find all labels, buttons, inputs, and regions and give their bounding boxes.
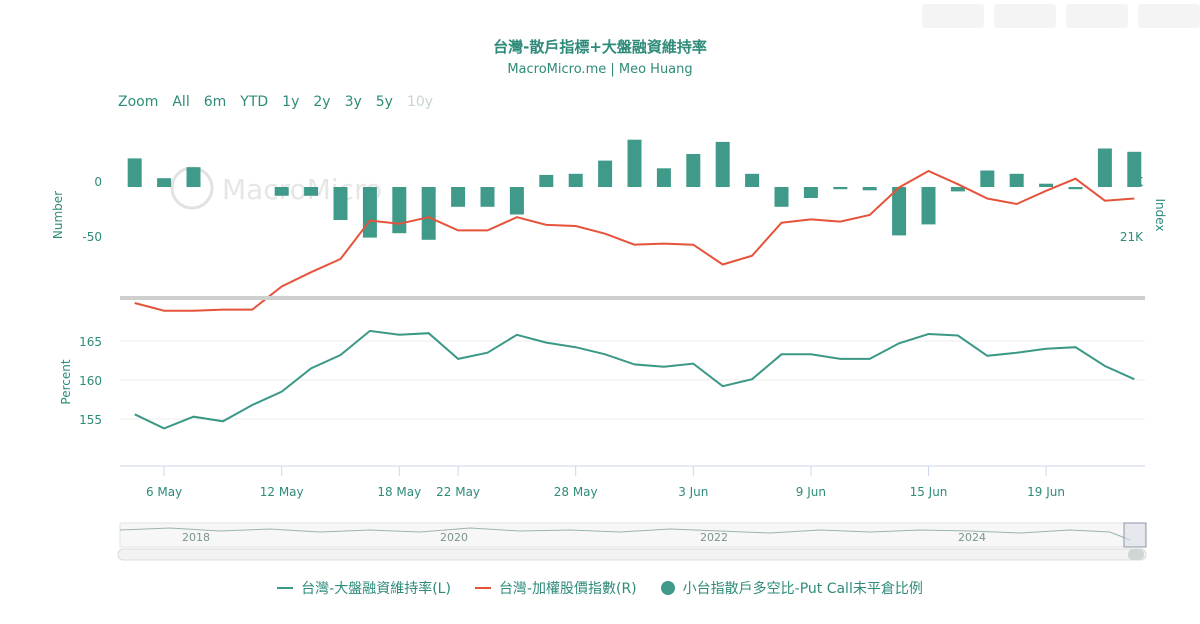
bar-mark[interactable] bbox=[333, 187, 348, 220]
bar-mark[interactable] bbox=[392, 187, 407, 234]
chart-area: MacroMicro Number Index 0 -50 K 21K 165 … bbox=[51, 139, 1167, 561]
bar-mark[interactable] bbox=[509, 187, 524, 215]
legend: 台灣-大盤融資維持率(L) 台灣-加權股價指數(R) 小台指散戶多空比-Put … bbox=[0, 578, 1200, 598]
bar-mark[interactable] bbox=[1039, 183, 1054, 187]
watermark-text: MacroMicro bbox=[222, 173, 382, 206]
bar-mark[interactable] bbox=[1097, 148, 1112, 188]
bar-mark[interactable] bbox=[304, 187, 319, 196]
bar-mark[interactable] bbox=[451, 187, 466, 207]
bar-mark[interactable] bbox=[1068, 187, 1083, 190]
bar-mark[interactable] bbox=[598, 160, 613, 187]
navigator-year-2024: 2024 bbox=[958, 531, 986, 544]
navigator-year-2020: 2020 bbox=[440, 531, 468, 544]
navigator-track bbox=[119, 522, 1146, 548]
x-tick-label: 15 Jun bbox=[910, 485, 948, 499]
bar-mark[interactable] bbox=[421, 187, 436, 240]
navigator-year-2022: 2022 bbox=[700, 531, 728, 544]
bar-mark[interactable] bbox=[686, 154, 701, 187]
bar-mark[interactable] bbox=[803, 187, 818, 198]
bar-mark[interactable] bbox=[1127, 151, 1142, 187]
legend-label: 小台指散戶多空比-Put Call未平倉比例 bbox=[682, 581, 923, 597]
legend-item-margin-ratio[interactable]: 台灣-大盤融資維持率(L) bbox=[277, 578, 451, 598]
bottom-tick-155: 155 bbox=[79, 413, 102, 427]
bar-mark[interactable] bbox=[157, 178, 172, 187]
top-left-tick-0: 0 bbox=[94, 175, 102, 189]
bar-mark[interactable] bbox=[362, 187, 377, 238]
bar-mark[interactable] bbox=[274, 187, 289, 196]
bottom-tick-165: 165 bbox=[79, 335, 102, 349]
bar-mark[interactable] bbox=[921, 187, 936, 225]
top-right-axis-label: Index bbox=[1153, 198, 1167, 231]
bar-mark[interactable] bbox=[774, 187, 789, 207]
bar-mark[interactable] bbox=[862, 187, 877, 191]
navigator[interactable]: 2018 2020 2022 2024 bbox=[117, 522, 1147, 561]
bar-mark[interactable] bbox=[568, 173, 583, 187]
legend-line-swatch bbox=[277, 587, 294, 589]
x-tick-label: 28 May bbox=[554, 485, 598, 499]
x-tick-label: 6 May bbox=[146, 485, 182, 499]
x-tick-label: 12 May bbox=[260, 485, 304, 499]
x-tick-label: 3 Jun bbox=[678, 485, 708, 499]
x-tick-label: 22 May bbox=[436, 485, 480, 499]
bar-mark[interactable] bbox=[539, 174, 554, 187]
legend-label: 台灣-大盤融資維持率(L) bbox=[301, 581, 451, 597]
bottom-left-axis-label: Percent bbox=[59, 359, 73, 404]
bar-mark[interactable] bbox=[833, 187, 848, 190]
bar-mark[interactable] bbox=[480, 187, 495, 207]
bar-mark[interactable] bbox=[127, 158, 142, 187]
bottom-tick-160: 160 bbox=[79, 374, 102, 388]
bar-mark[interactable] bbox=[745, 173, 760, 187]
bar-mark[interactable] bbox=[980, 170, 995, 188]
x-tick-label: 19 Jun bbox=[1027, 485, 1065, 499]
legend-item-taiex[interactable]: 台灣-加權股價指數(R) bbox=[474, 578, 637, 598]
bar-mark[interactable] bbox=[186, 167, 201, 187]
navigator-year-2018: 2018 bbox=[182, 531, 210, 544]
top-left-axis-label: Number bbox=[51, 191, 65, 239]
bar-mark[interactable] bbox=[715, 141, 730, 187]
x-tick-label: 18 May bbox=[377, 485, 421, 499]
navigator-scrollbar-thumb[interactable] bbox=[1128, 549, 1144, 560]
x-tick-label: 9 Jun bbox=[796, 485, 826, 499]
top-left-tick-minus50: -50 bbox=[82, 230, 102, 244]
legend-dot-swatch bbox=[660, 581, 675, 595]
legend-item-put-call[interactable]: 小台指散戶多空比-Put Call未平倉比例 bbox=[660, 578, 923, 598]
legend-line-swatch bbox=[474, 587, 491, 589]
bar-mark[interactable] bbox=[627, 139, 642, 187]
legend-label: 台灣-加權股價指數(R) bbox=[498, 581, 637, 597]
bar-mark[interactable] bbox=[656, 168, 671, 187]
x-axis-ticks: 6 May 12 May 18 May 22 May 28 May 3 Jun 9 Jun 1… bbox=[146, 466, 1065, 499]
bar-mark[interactable] bbox=[1009, 173, 1024, 187]
top-right-tick-21k: 21K bbox=[1120, 230, 1144, 244]
bar-mark[interactable] bbox=[892, 187, 907, 236]
navigator-window[interactable] bbox=[1123, 522, 1147, 548]
navigator-scrollbar[interactable] bbox=[117, 548, 1147, 561]
